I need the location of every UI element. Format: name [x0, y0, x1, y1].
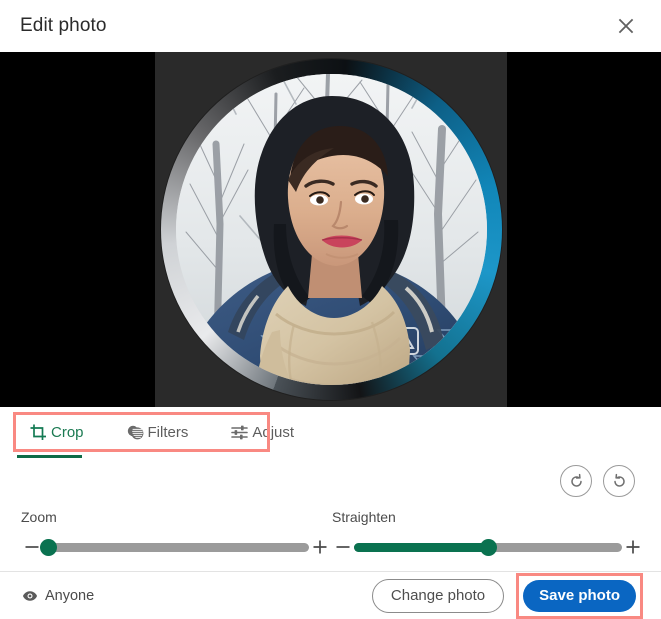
- rotate-counter-clockwise-icon: [611, 473, 628, 490]
- plus-icon: [312, 539, 328, 555]
- minus-icon: [335, 539, 351, 555]
- tab-filters[interactable]: Filters: [126, 412, 189, 452]
- filters-icon: [126, 423, 145, 442]
- dialog-header: Edit photo: [0, 0, 661, 52]
- crop-circle-preview[interactable]: [175, 74, 487, 385]
- rotate-clockwise-button[interactable]: [560, 465, 592, 497]
- save-photo-button[interactable]: Save photo: [523, 579, 636, 612]
- editor-tabs-bar: Crop Filters Adjust: [0, 407, 661, 465]
- visibility-selector[interactable]: Anyone: [22, 588, 94, 604]
- tab-filters-label: Filters: [147, 423, 189, 441]
- photo-canvas[interactable]: [155, 52, 507, 407]
- straighten-slider-track[interactable]: [354, 538, 622, 556]
- rotate-controls-row: [0, 465, 661, 509]
- adjust-icon: [230, 423, 249, 442]
- rotate-controls: [560, 465, 635, 497]
- rotate-counter-clockwise-button[interactable]: [603, 465, 635, 497]
- minus-icon: [24, 539, 40, 555]
- plus-icon: [625, 539, 641, 555]
- photo-stage[interactable]: [0, 52, 661, 407]
- page-title: Edit photo: [20, 15, 107, 36]
- tab-crop-label: Crop: [51, 423, 84, 441]
- straighten-decrease-button[interactable]: [332, 539, 354, 555]
- zoom-slider-track[interactable]: [39, 538, 309, 556]
- zoom-slider-label: Zoom: [21, 509, 57, 525]
- footer-actions: Change photo Save photo: [371, 572, 643, 619]
- active-tab-underline: [17, 455, 82, 458]
- change-photo-button[interactable]: Change photo: [371, 578, 505, 613]
- straighten-increase-button[interactable]: [622, 539, 644, 555]
- save-photo-highlight-annotation: Save photo: [516, 572, 643, 619]
- eye-icon: [22, 588, 38, 604]
- edit-photo-dialog: Edit photo Crop Filters Adjust Zoom Stra…: [0, 0, 661, 619]
- tab-crop[interactable]: Crop: [29, 412, 84, 452]
- slider-controls: Zoom Straighten: [0, 509, 661, 571]
- tab-adjust[interactable]: Adjust: [230, 412, 294, 452]
- crop-icon: [29, 423, 48, 442]
- visibility-label: Anyone: [45, 587, 95, 604]
- editor-tabs: Crop Filters Adjust: [13, 412, 310, 452]
- rotate-clockwise-icon: [568, 473, 585, 490]
- straighten-slider-group: Straighten: [332, 509, 644, 556]
- tab-adjust-label: Adjust: [252, 423, 295, 441]
- close-icon: [616, 16, 636, 36]
- straighten-slider-thumb[interactable]: [479, 538, 497, 556]
- straighten-slider-fill: [354, 542, 488, 552]
- zoom-slider-row: [21, 538, 331, 556]
- straighten-slider-row: [332, 538, 644, 556]
- dialog-footer: Anyone Change photo Save photo: [0, 571, 661, 619]
- zoom-increase-button[interactable]: [309, 539, 331, 555]
- straighten-slider-label: Straighten: [332, 509, 396, 525]
- zoom-slider-group: Zoom: [21, 509, 331, 556]
- close-button[interactable]: [609, 9, 643, 43]
- zoom-slider-thumb[interactable]: [39, 538, 57, 556]
